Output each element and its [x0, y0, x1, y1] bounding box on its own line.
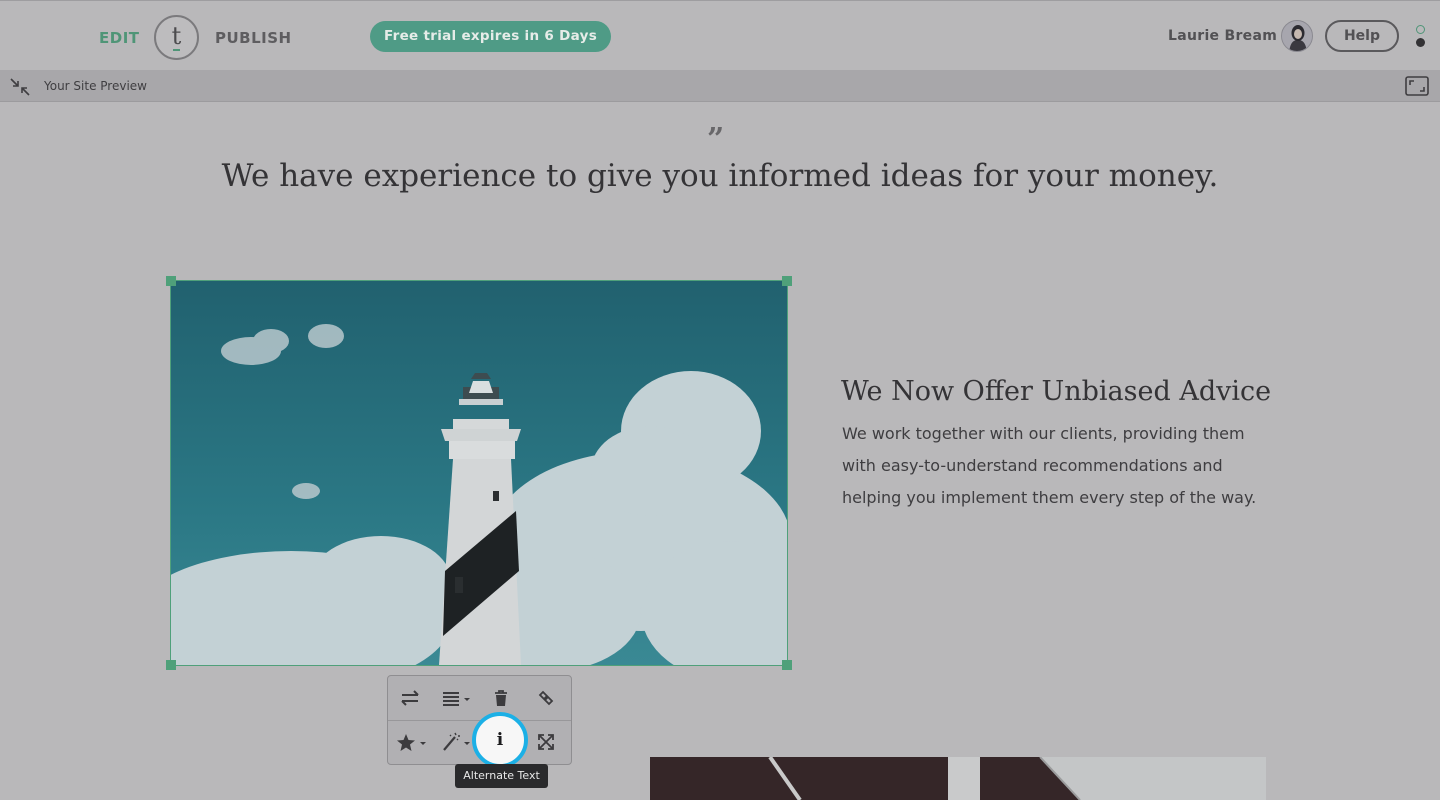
lighthouse-photo	[171, 281, 787, 665]
fullscreen-icon[interactable]	[531, 727, 561, 757]
resize-handle-bottom-left[interactable]	[166, 660, 176, 670]
site-preview-bar: Your Site Preview	[0, 70, 1440, 102]
avatar[interactable]	[1281, 20, 1313, 52]
info-icon: i	[496, 730, 504, 750]
resize-handle-top-right[interactable]	[782, 276, 792, 286]
logo[interactable]: t	[154, 15, 199, 60]
link-icon[interactable]	[531, 683, 561, 713]
publish-tab[interactable]: PUBLISH	[215, 29, 292, 47]
edit-tab[interactable]: EDIT	[99, 29, 140, 47]
resize-handle-top-left[interactable]	[166, 276, 176, 286]
sailboat-image[interactable]	[650, 757, 1266, 800]
status-dot-icon[interactable]	[1416, 25, 1425, 34]
user-name[interactable]: Laurie Bream	[1168, 28, 1277, 44]
alternate-text-tooltip: Alternate Text	[455, 764, 548, 788]
expand-icon[interactable]	[1405, 76, 1429, 96]
trash-icon[interactable]	[486, 683, 516, 713]
section-title[interactable]: We Now Offer Unbiased Advice	[841, 376, 1271, 407]
quote-headline[interactable]: We have experience to give you informed …	[0, 158, 1440, 194]
quote-mark-icon: ”	[707, 122, 725, 157]
section-body[interactable]: We work together with our clients, provi…	[842, 418, 1272, 514]
collapse-icon[interactable]	[9, 77, 31, 97]
menu-dot-icon[interactable]	[1416, 38, 1425, 47]
align-icon[interactable]	[438, 683, 478, 713]
avatar-icon	[1282, 21, 1312, 51]
trial-badge[interactable]: Free trial expires in 6 Days	[370, 21, 611, 52]
logo-letter: t	[171, 22, 182, 50]
top-bar: EDIT t PUBLISH Free trial expires in 6 D…	[0, 0, 1440, 70]
help-button[interactable]: Help	[1325, 20, 1399, 52]
site-preview-label: Your Site Preview	[44, 79, 147, 93]
star-icon[interactable]	[395, 727, 431, 757]
lighthouse-image[interactable]	[170, 280, 788, 666]
sailboat-photo	[650, 757, 1266, 800]
logo-underline	[173, 49, 180, 51]
alternate-text-button[interactable]: i	[472, 712, 528, 768]
magic-wand-icon[interactable]	[438, 727, 474, 757]
resize-handle-bottom-right[interactable]	[782, 660, 792, 670]
swap-icon[interactable]	[395, 683, 425, 713]
